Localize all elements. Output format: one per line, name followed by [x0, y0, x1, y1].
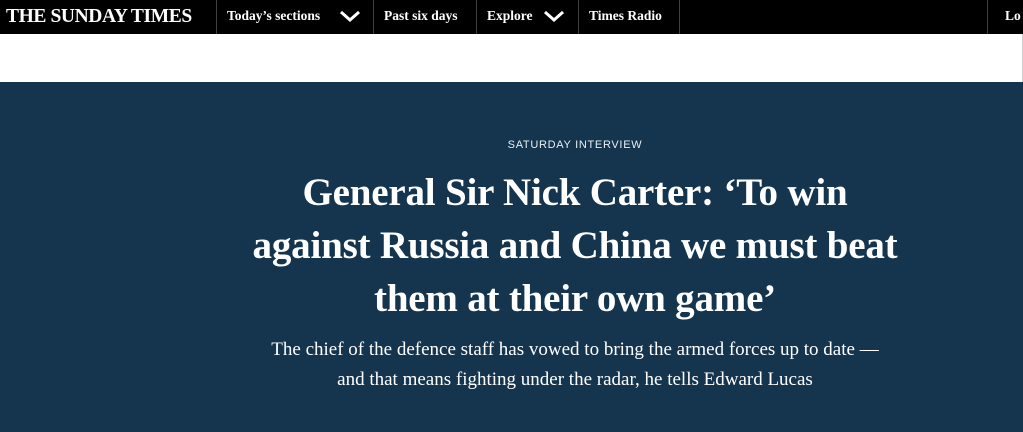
nav-item-times-radio[interactable]: Times Radio [589, 0, 662, 34]
article-kicker: SATURDAY INTERVIEW [507, 139, 643, 151]
nav-divider [679, 0, 680, 34]
nav-item-todays-sections[interactable]: Today’s sections [227, 0, 360, 34]
header-spacer [0, 34, 1023, 82]
login-label: Lo [1005, 8, 1021, 23]
article-headline: General Sir Nick Carter: ‘To win against… [252, 171, 898, 320]
article-standfirst: The chief of the defence staff has vowed… [271, 339, 879, 390]
nav-item-explore[interactable]: Explore [487, 0, 564, 34]
nav-item-label: Past six days [384, 8, 458, 23]
article-hero: SATURDAY INTERVIEW General Sir Nick Cart… [0, 82, 1023, 432]
nav-divider [476, 0, 477, 34]
chevron-down-icon [544, 10, 564, 23]
nav-item-past-six-days[interactable]: Past six days [384, 0, 458, 34]
nav-divider [578, 0, 579, 34]
login-link[interactable]: Lo [1005, 0, 1021, 34]
nav-item-label: Today’s sections [227, 8, 321, 23]
nav-divider [216, 0, 217, 34]
nav-divider [373, 0, 374, 34]
site-logo[interactable]: THE SUNDAY TIMES [6, 4, 192, 30]
nav-divider [987, 0, 988, 34]
nav-item-label: Times Radio [589, 8, 662, 23]
top-navigation: THE SUNDAY TIMES Today’s sections Past s… [0, 0, 1023, 34]
nav-item-label: Explore [487, 8, 533, 23]
chevron-down-icon [340, 10, 360, 23]
